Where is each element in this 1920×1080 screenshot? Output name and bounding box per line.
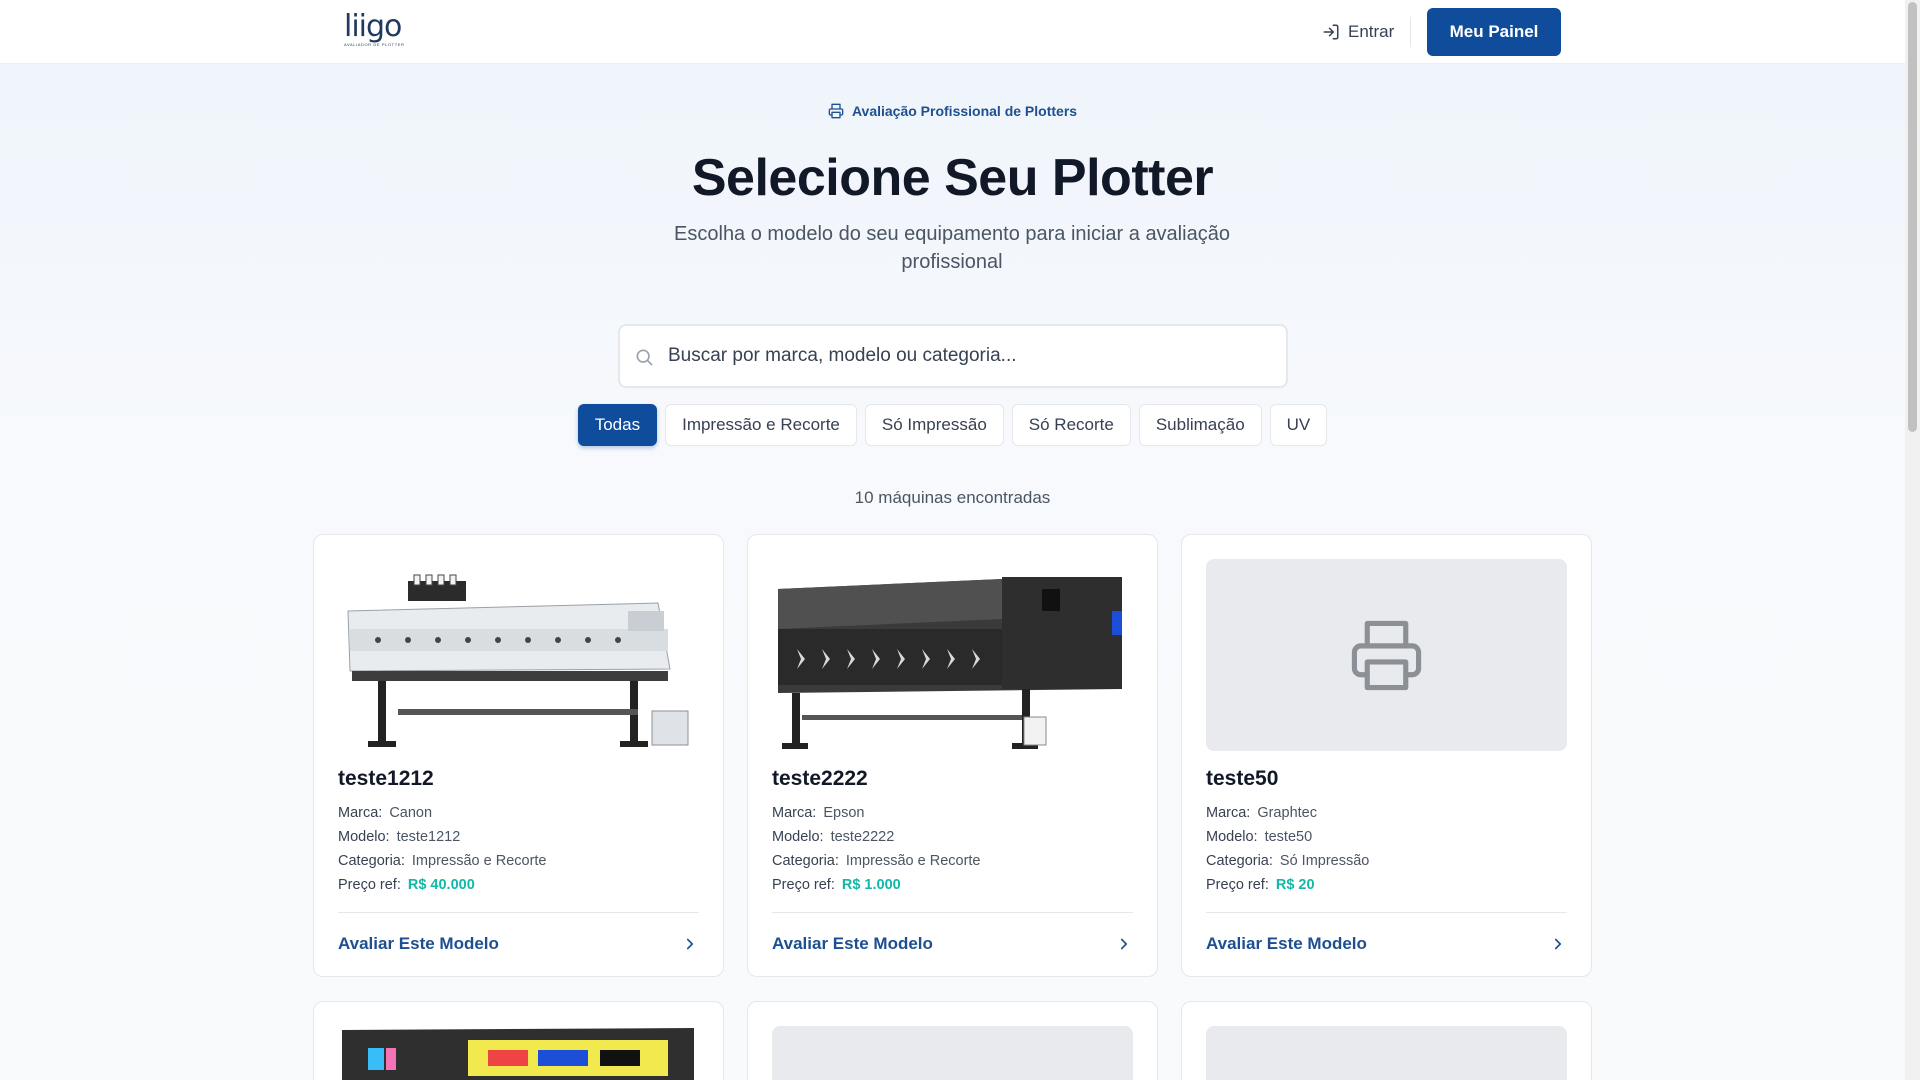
spec-brand: Marca: Graphtec <box>1206 805 1317 821</box>
hero-eyebrow: Avaliação Profissional de Plotters <box>0 103 1905 119</box>
machine-image <box>772 559 1133 751</box>
spec-brand: Marca: Canon <box>338 805 433 821</box>
card-divider <box>338 912 699 913</box>
spec-brand: Marca: Epson <box>772 805 865 821</box>
filter-uv[interactable]: UV <box>1269 404 1328 446</box>
page: liigo AVALIADOR DE PLOTTER Entrar Meu Pa… <box>0 0 1905 1080</box>
spec-price: Preço ref: R$ 1.000 <box>772 877 901 893</box>
evaluate-label: Avaliar Este Modelo <box>1206 934 1367 953</box>
printer-icon <box>828 103 844 119</box>
machine-card[interactable] <box>747 1001 1158 1080</box>
eyebrow-text: Avaliação Profissional de Plotters <box>851 103 1078 119</box>
evaluate-label: Avaliar Este Modelo <box>772 934 933 953</box>
evaluate-label: Avaliar Este Modelo <box>338 934 499 953</box>
filter-print-and-cut[interactable]: Impressão e Recorte <box>665 404 857 446</box>
card-divider <box>772 912 1133 913</box>
machine-image-placeholder <box>772 1026 1133 1080</box>
search-icon <box>636 349 653 366</box>
evaluate-model-link[interactable]: Avaliar Este Modelo <box>772 929 1133 959</box>
machine-image-placeholder <box>1206 559 1567 751</box>
machine-card[interactable]: teste2222 Marca: Epson Modelo: teste2222 C… <box>747 534 1158 977</box>
results-count: 10 máquinas encontradas <box>854 488 1051 507</box>
login-label: Entrar <box>1348 22 1395 41</box>
top-navbar: liigo AVALIADOR DE PLOTTER Entrar Meu Pa… <box>0 0 1905 64</box>
spec-category: Categoria: Impressão e Recorte <box>338 853 547 869</box>
spec-model: Modelo: teste50 <box>1206 829 1313 845</box>
machine-image <box>338 559 699 751</box>
white-plotter-photo <box>338 559 699 751</box>
logo-wordmark: liigo <box>344 9 402 44</box>
login-button[interactable]: Entrar <box>1322 18 1394 46</box>
scrollbar-track[interactable] <box>1905 0 1920 1080</box>
spec-price: Preço ref: R$ 40.000 <box>338 877 475 893</box>
evaluate-model-link[interactable]: Avaliar Este Modelo <box>1206 929 1567 959</box>
search-input[interactable] <box>620 326 1286 386</box>
chevron-right-icon <box>1554 938 1562 950</box>
spec-category: Categoria: Impressão e Recorte <box>772 853 981 869</box>
machine-card[interactable] <box>1181 1001 1592 1080</box>
machine-name: teste50 <box>1206 767 1279 790</box>
liigo-logo[interactable]: liigo AVALIADOR DE PLOTTER <box>344 10 406 52</box>
machine-name: teste2222 <box>772 767 868 790</box>
black-plotter-photo <box>772 559 1133 751</box>
logo-tagline: AVALIADOR DE PLOTTER <box>344 42 405 47</box>
machine-image-placeholder <box>1206 1026 1567 1080</box>
chevron-right-icon <box>1120 938 1128 950</box>
filter-cut-only[interactable]: Só Recorte <box>1011 404 1131 446</box>
printer-placeholder-icon <box>1351 620 1422 691</box>
machine-card[interactable]: teste50 Marca: Graphtec Modelo: teste50 Ca… <box>1181 534 1592 977</box>
page-subtitle: Escolha o modelo do seu equipamento para… <box>674 223 1230 273</box>
spec-price: Preço ref: R$ 20 <box>1206 877 1315 893</box>
machine-card[interactable] <box>313 1001 724 1080</box>
spec-category: Categoria: Só Impressão <box>1206 853 1370 869</box>
filter-all[interactable]: Todas <box>577 404 658 446</box>
spec-model: Modelo: teste2222 <box>772 829 895 845</box>
page-title: Selecione Seu Plotter <box>691 149 1214 207</box>
machine-card[interactable]: teste1212 Marca: Canon Modelo: teste1212 C… <box>313 534 724 977</box>
header-divider <box>1410 17 1411 47</box>
machine-image <box>338 1026 699 1080</box>
card-divider <box>1206 912 1567 913</box>
filter-print-only[interactable]: Só Impressão <box>864 404 1004 446</box>
search-box <box>618 324 1288 388</box>
machine-name: teste1212 <box>338 767 434 790</box>
spec-model: Modelo: teste1212 <box>338 829 461 845</box>
filter-sublimation[interactable]: Sublimação <box>1138 404 1262 446</box>
category-filters: Todas Impressão e Recorte Só Impressão S… <box>0 404 1905 446</box>
plotter-photo <box>338 1026 699 1080</box>
scrollbar-thumb[interactable] <box>1908 2 1917 432</box>
chevron-right-icon <box>686 938 694 950</box>
my-panel-button[interactable]: Meu Painel <box>1427 8 1561 56</box>
evaluate-model-link[interactable]: Avaliar Este Modelo <box>338 929 699 959</box>
login-icon <box>1323 24 1339 40</box>
